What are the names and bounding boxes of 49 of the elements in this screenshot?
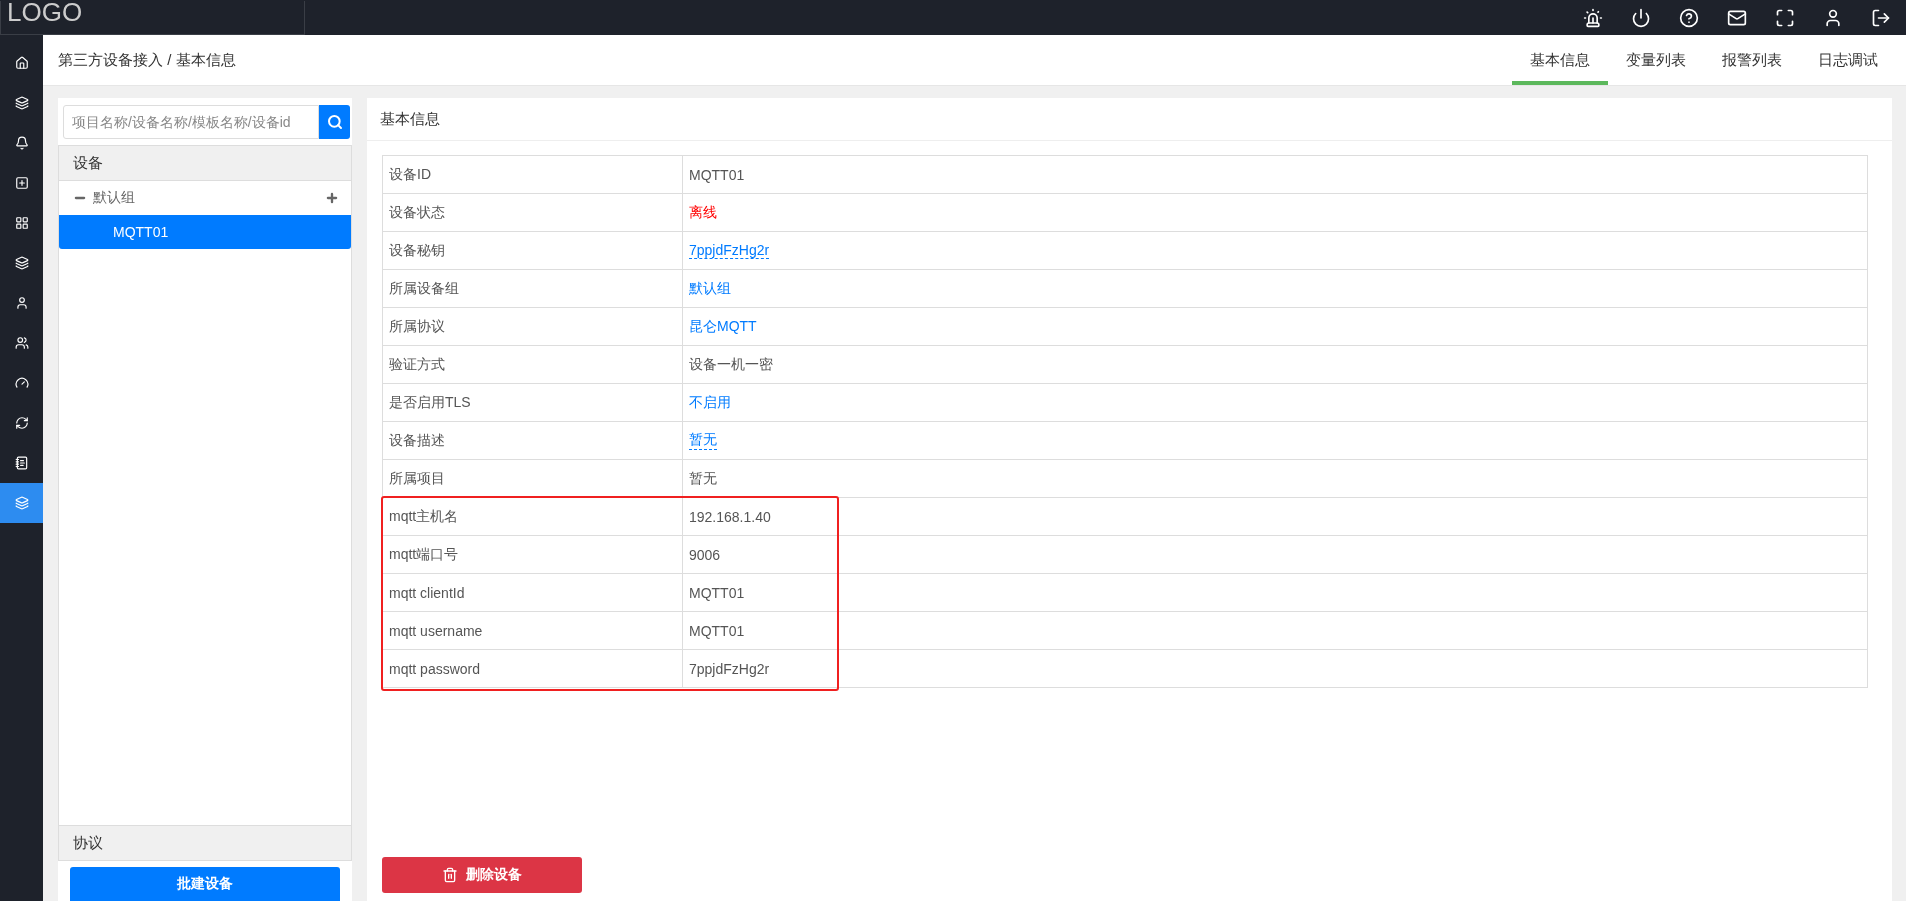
field-label: 设备秘钥: [389, 241, 445, 260]
field-label: mqtt端口号: [389, 545, 459, 564]
alarm-light-icon[interactable]: [1582, 6, 1604, 29]
field-value: 9006: [689, 546, 721, 563]
field-value: MQTT01: [689, 622, 745, 639]
field-label: 所属设备组: [389, 279, 459, 298]
panel-title: 基本信息: [367, 98, 1892, 141]
tab[interactable]: 基本信息: [1512, 35, 1608, 85]
tab[interactable]: 报警列表: [1704, 35, 1800, 85]
field-value: 离线: [689, 203, 717, 222]
search-field[interactable]: 项目名称/设备名称/模板名称/设备id: [63, 105, 319, 139]
field-value: 暂无: [689, 469, 717, 488]
tree-item[interactable]: MQTT01: [59, 215, 351, 249]
field-value[interactable]: 昆仑MQTT: [689, 317, 757, 336]
delete-button[interactable]: 删除设备: [382, 857, 582, 893]
field-label: 是否启用TLS: [389, 393, 471, 412]
logo: LOGO: [0, 0, 305, 35]
power-icon[interactable]: [1630, 6, 1652, 29]
field-label: 设备状态: [389, 203, 445, 222]
section-header: 协议: [58, 825, 352, 861]
breadcrumb: 第三方设备接入 / 基本信息: [58, 50, 236, 70]
field-label: 验证方式: [389, 355, 445, 374]
search-icon: [326, 114, 343, 130]
field-label: mqtt clientId: [389, 584, 465, 601]
field-value: 7ppjdFzHg2r: [689, 660, 770, 677]
field-label: mqtt主机名: [389, 507, 459, 526]
batch-create-button[interactable]: 批建设备: [70, 867, 340, 901]
field-label: 所属项目: [389, 469, 445, 488]
tree-group[interactable]: 默认组: [93, 189, 135, 207]
search-button[interactable]: [319, 105, 350, 139]
field-label: 设备ID: [389, 165, 431, 184]
help-icon[interactable]: [1678, 6, 1700, 29]
section-header: 设备: [58, 145, 352, 181]
field-label: 设备描述: [389, 431, 445, 450]
field-value[interactable]: 不启用: [689, 393, 731, 412]
field-label: mqtt username: [389, 622, 483, 639]
field-value: MQTT01: [689, 166, 745, 183]
add-icon[interactable]: [325, 191, 339, 205]
tab[interactable]: 日志调试: [1800, 35, 1896, 85]
field-value[interactable]: 7ppjdFzHg2r: [689, 242, 770, 259]
field-label: 所属协议: [389, 317, 445, 336]
field-value: MQTT01: [689, 584, 745, 601]
tab[interactable]: 变量列表: [1608, 35, 1704, 85]
trash-icon: [442, 867, 458, 883]
field-value: 设备一机一密: [689, 355, 773, 374]
field-value[interactable]: 暂无: [689, 431, 717, 450]
field-value[interactable]: 默认组: [689, 279, 731, 298]
field-label: mqtt password: [389, 660, 481, 677]
field-value: 192.168.1.40: [689, 508, 771, 525]
